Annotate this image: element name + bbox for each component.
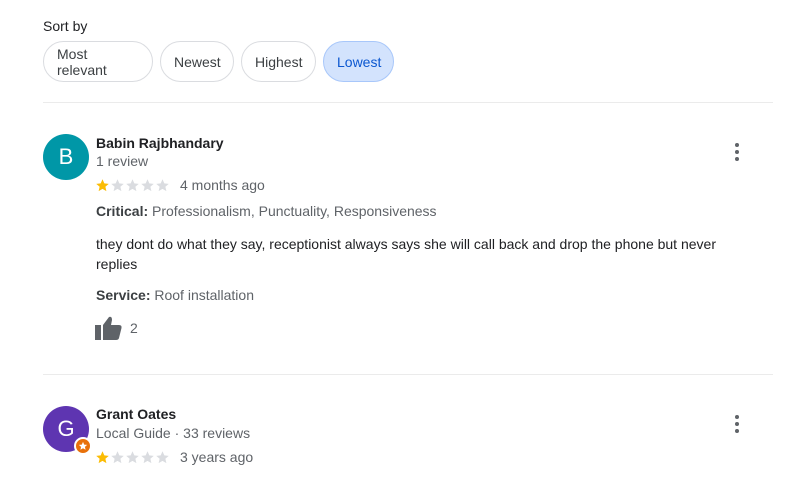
service-attribute: Service: Roof installation bbox=[96, 287, 254, 303]
more-vert-icon bbox=[735, 415, 739, 419]
star-empty-icon bbox=[141, 178, 154, 191]
sort-chip-group: Most relevant Newest Highest Lowest bbox=[43, 41, 394, 82]
star-rating bbox=[95, 450, 170, 465]
divider bbox=[43, 374, 773, 375]
critical-label: Critical: bbox=[96, 203, 149, 219]
rating-row: 4 months ago bbox=[95, 177, 265, 193]
sort-chip-lowest[interactable]: Lowest bbox=[323, 41, 394, 82]
sort-chip-most-relevant[interactable]: Most relevant bbox=[43, 41, 153, 82]
star-empty-icon bbox=[141, 450, 154, 463]
sort-chip-newest[interactable]: Newest bbox=[160, 41, 234, 82]
review-date: 4 months ago bbox=[180, 177, 265, 193]
sort-by-label: Sort by bbox=[43, 18, 88, 34]
review-text: they dont do what they say, receptionist… bbox=[96, 236, 716, 272]
more-options-button[interactable] bbox=[727, 142, 747, 162]
avatar[interactable]: G bbox=[43, 406, 92, 455]
critical-attributes: Critical: Professionalism, Punctuality, … bbox=[96, 203, 437, 219]
service-value: Roof installation bbox=[154, 287, 254, 303]
star-empty-icon bbox=[156, 178, 169, 191]
star-empty-icon bbox=[156, 450, 169, 463]
star-filled-icon bbox=[96, 450, 109, 463]
star-empty-icon bbox=[126, 178, 139, 191]
avatar-initial: G bbox=[57, 416, 75, 441]
divider bbox=[43, 102, 773, 103]
like-button[interactable]: 2 bbox=[95, 316, 138, 340]
avatar[interactable]: B bbox=[43, 134, 89, 180]
star-empty-icon bbox=[111, 450, 124, 463]
sort-chip-highest[interactable]: Highest bbox=[241, 41, 316, 82]
more-options-button[interactable] bbox=[727, 414, 747, 434]
star-rating bbox=[95, 178, 170, 193]
like-count: 2 bbox=[130, 320, 138, 336]
thumbs-up-icon bbox=[95, 316, 122, 340]
star-filled-icon bbox=[96, 178, 109, 191]
reviewer-review-count[interactable]: Local Guide · 33 reviews bbox=[96, 425, 250, 441]
rating-row: 3 years ago bbox=[95, 449, 253, 465]
reviewer-name[interactable]: Babin Rajbhandary bbox=[96, 135, 224, 151]
service-label: Service: bbox=[96, 287, 151, 303]
avatar-initial: B bbox=[58, 144, 74, 169]
more-vert-icon bbox=[735, 143, 739, 147]
critical-value: Professionalism, Punctuality, Responsive… bbox=[152, 203, 437, 219]
star-empty-icon bbox=[111, 178, 124, 191]
reviewer-review-count[interactable]: 1 review bbox=[96, 153, 148, 169]
review-date: 3 years ago bbox=[180, 449, 254, 465]
local-guide-star-icon bbox=[74, 437, 92, 455]
reviewer-name[interactable]: Grant Oates bbox=[96, 406, 176, 422]
star-empty-icon bbox=[126, 450, 139, 463]
